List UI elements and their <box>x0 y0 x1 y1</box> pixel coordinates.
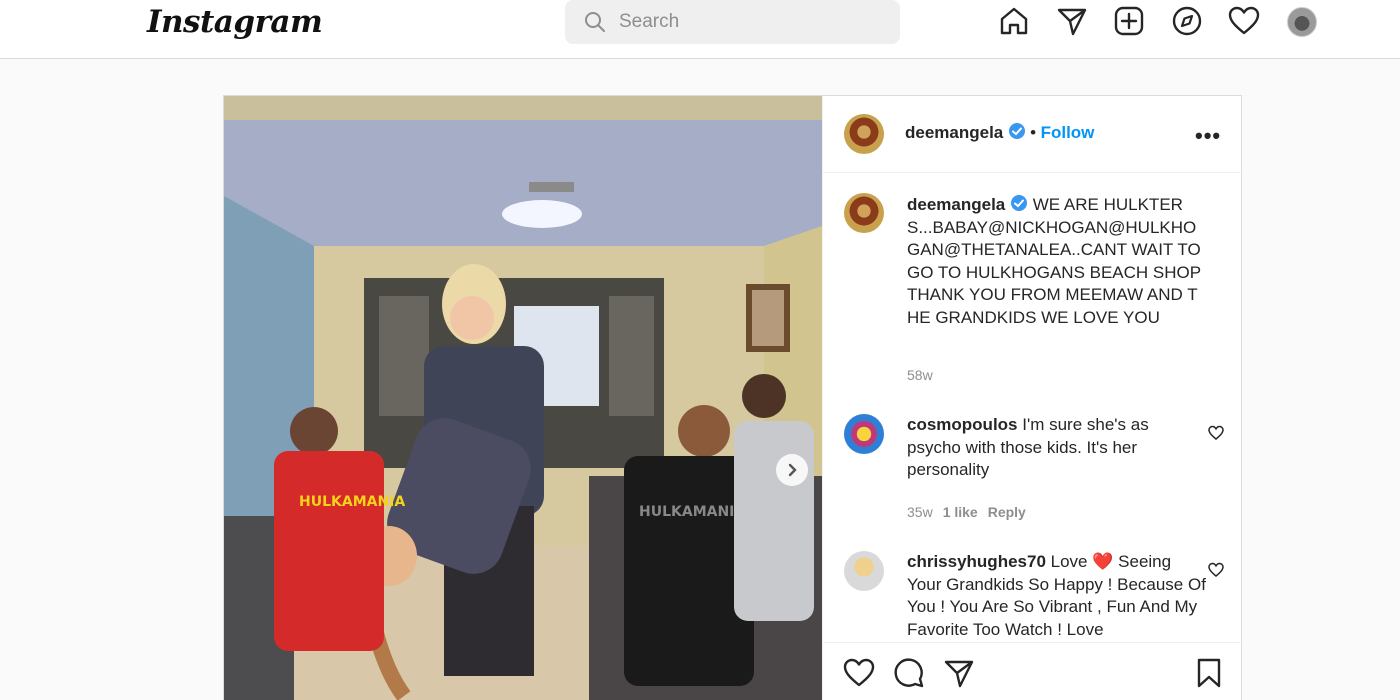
comment-text: cosmopoulos I'm sure she's as psycho wit… <box>907 414 1207 482</box>
search-box[interactable] <box>565 0 900 44</box>
comment-meta: 35w 1 like Reply <box>907 504 1026 520</box>
author-avatar[interactable] <box>844 114 884 154</box>
caption-body: WE ARE HULKTERS...BABAY@NICKHOGAN@HULKHO… <box>907 195 1202 327</box>
like-comment-heart-icon[interactable] <box>1208 425 1224 441</box>
comment-age: 35w <box>907 504 933 520</box>
home-icon[interactable] <box>998 5 1030 37</box>
commenter-avatar[interactable] <box>844 551 884 591</box>
post-photo[interactable]: HULKAMANIA HULKAMANIA <box>224 96 822 700</box>
photo-illustration: HULKAMANIA HULKAMANIA <box>224 96 822 700</box>
caption-text: deemangela WE ARE HULKTERS...BABAY@NICKH… <box>907 194 1207 330</box>
post-card: HULKAMANIA HULKAMANIA deemangela • Follo… <box>223 95 1243 700</box>
follow-button[interactable]: Follow <box>1041 123 1095 142</box>
svg-text:HULKAMANIA: HULKAMANIA <box>639 504 745 520</box>
verified-badge-icon <box>1011 195 1027 211</box>
post-sidebar: deemangela • Follow ••• deemangela WE AR… <box>822 96 1243 700</box>
header-separator: • <box>1030 123 1037 142</box>
caption-username[interactable]: deemangela <box>907 195 1005 214</box>
commenter-avatar[interactable] <box>844 414 884 454</box>
caption-age: 58w <box>907 367 933 383</box>
verified-badge-icon <box>1008 123 1025 139</box>
like-heart-icon[interactable] <box>843 657 875 689</box>
direct-icon[interactable] <box>1056 5 1088 37</box>
search-icon <box>584 11 606 38</box>
like-comment-heart-icon[interactable] <box>1208 562 1224 578</box>
activity-heart-icon[interactable] <box>1228 5 1260 37</box>
chevron-right-icon <box>788 463 797 477</box>
post-actions <box>823 642 1243 700</box>
caption-avatar[interactable] <box>844 193 884 233</box>
reply-button[interactable]: Reply <box>988 504 1026 520</box>
save-bookmark-icon[interactable] <box>1195 657 1223 689</box>
comment-bubble-icon[interactable] <box>893 657 925 689</box>
profile-avatar[interactable] <box>1287 7 1317 37</box>
explore-icon[interactable] <box>1171 5 1203 37</box>
comment-username[interactable]: chrissyhughes70 <box>907 552 1046 571</box>
top-nav: Instagram <box>0 0 1400 59</box>
search-input[interactable] <box>619 10 879 34</box>
post-header: deemangela • Follow ••• <box>823 96 1243 173</box>
comment-username[interactable]: cosmopoulos <box>907 415 1018 434</box>
new-post-icon[interactable] <box>1113 5 1145 37</box>
red-heart-emoji: ❤️ <box>1092 552 1114 571</box>
comments-list[interactable]: deemangela WE ARE HULKTERS...BABAY@NICKH… <box>823 174 1243 642</box>
comment-body-start: Love <box>1050 552 1088 571</box>
more-options-icon[interactable]: ••• <box>1195 123 1221 149</box>
author-username[interactable]: deemangela <box>905 123 1003 142</box>
comment-text: chrissyhughes70 Love ❤️ Seeing Your Gran… <box>907 551 1207 641</box>
svg-text:HULKAMANIA: HULKAMANIA <box>299 494 405 510</box>
next-photo-button[interactable] <box>776 454 808 486</box>
share-icon[interactable] <box>943 657 975 689</box>
instagram-logo[interactable]: Instagram <box>147 4 323 40</box>
comment-likes[interactable]: 1 like <box>943 504 978 520</box>
